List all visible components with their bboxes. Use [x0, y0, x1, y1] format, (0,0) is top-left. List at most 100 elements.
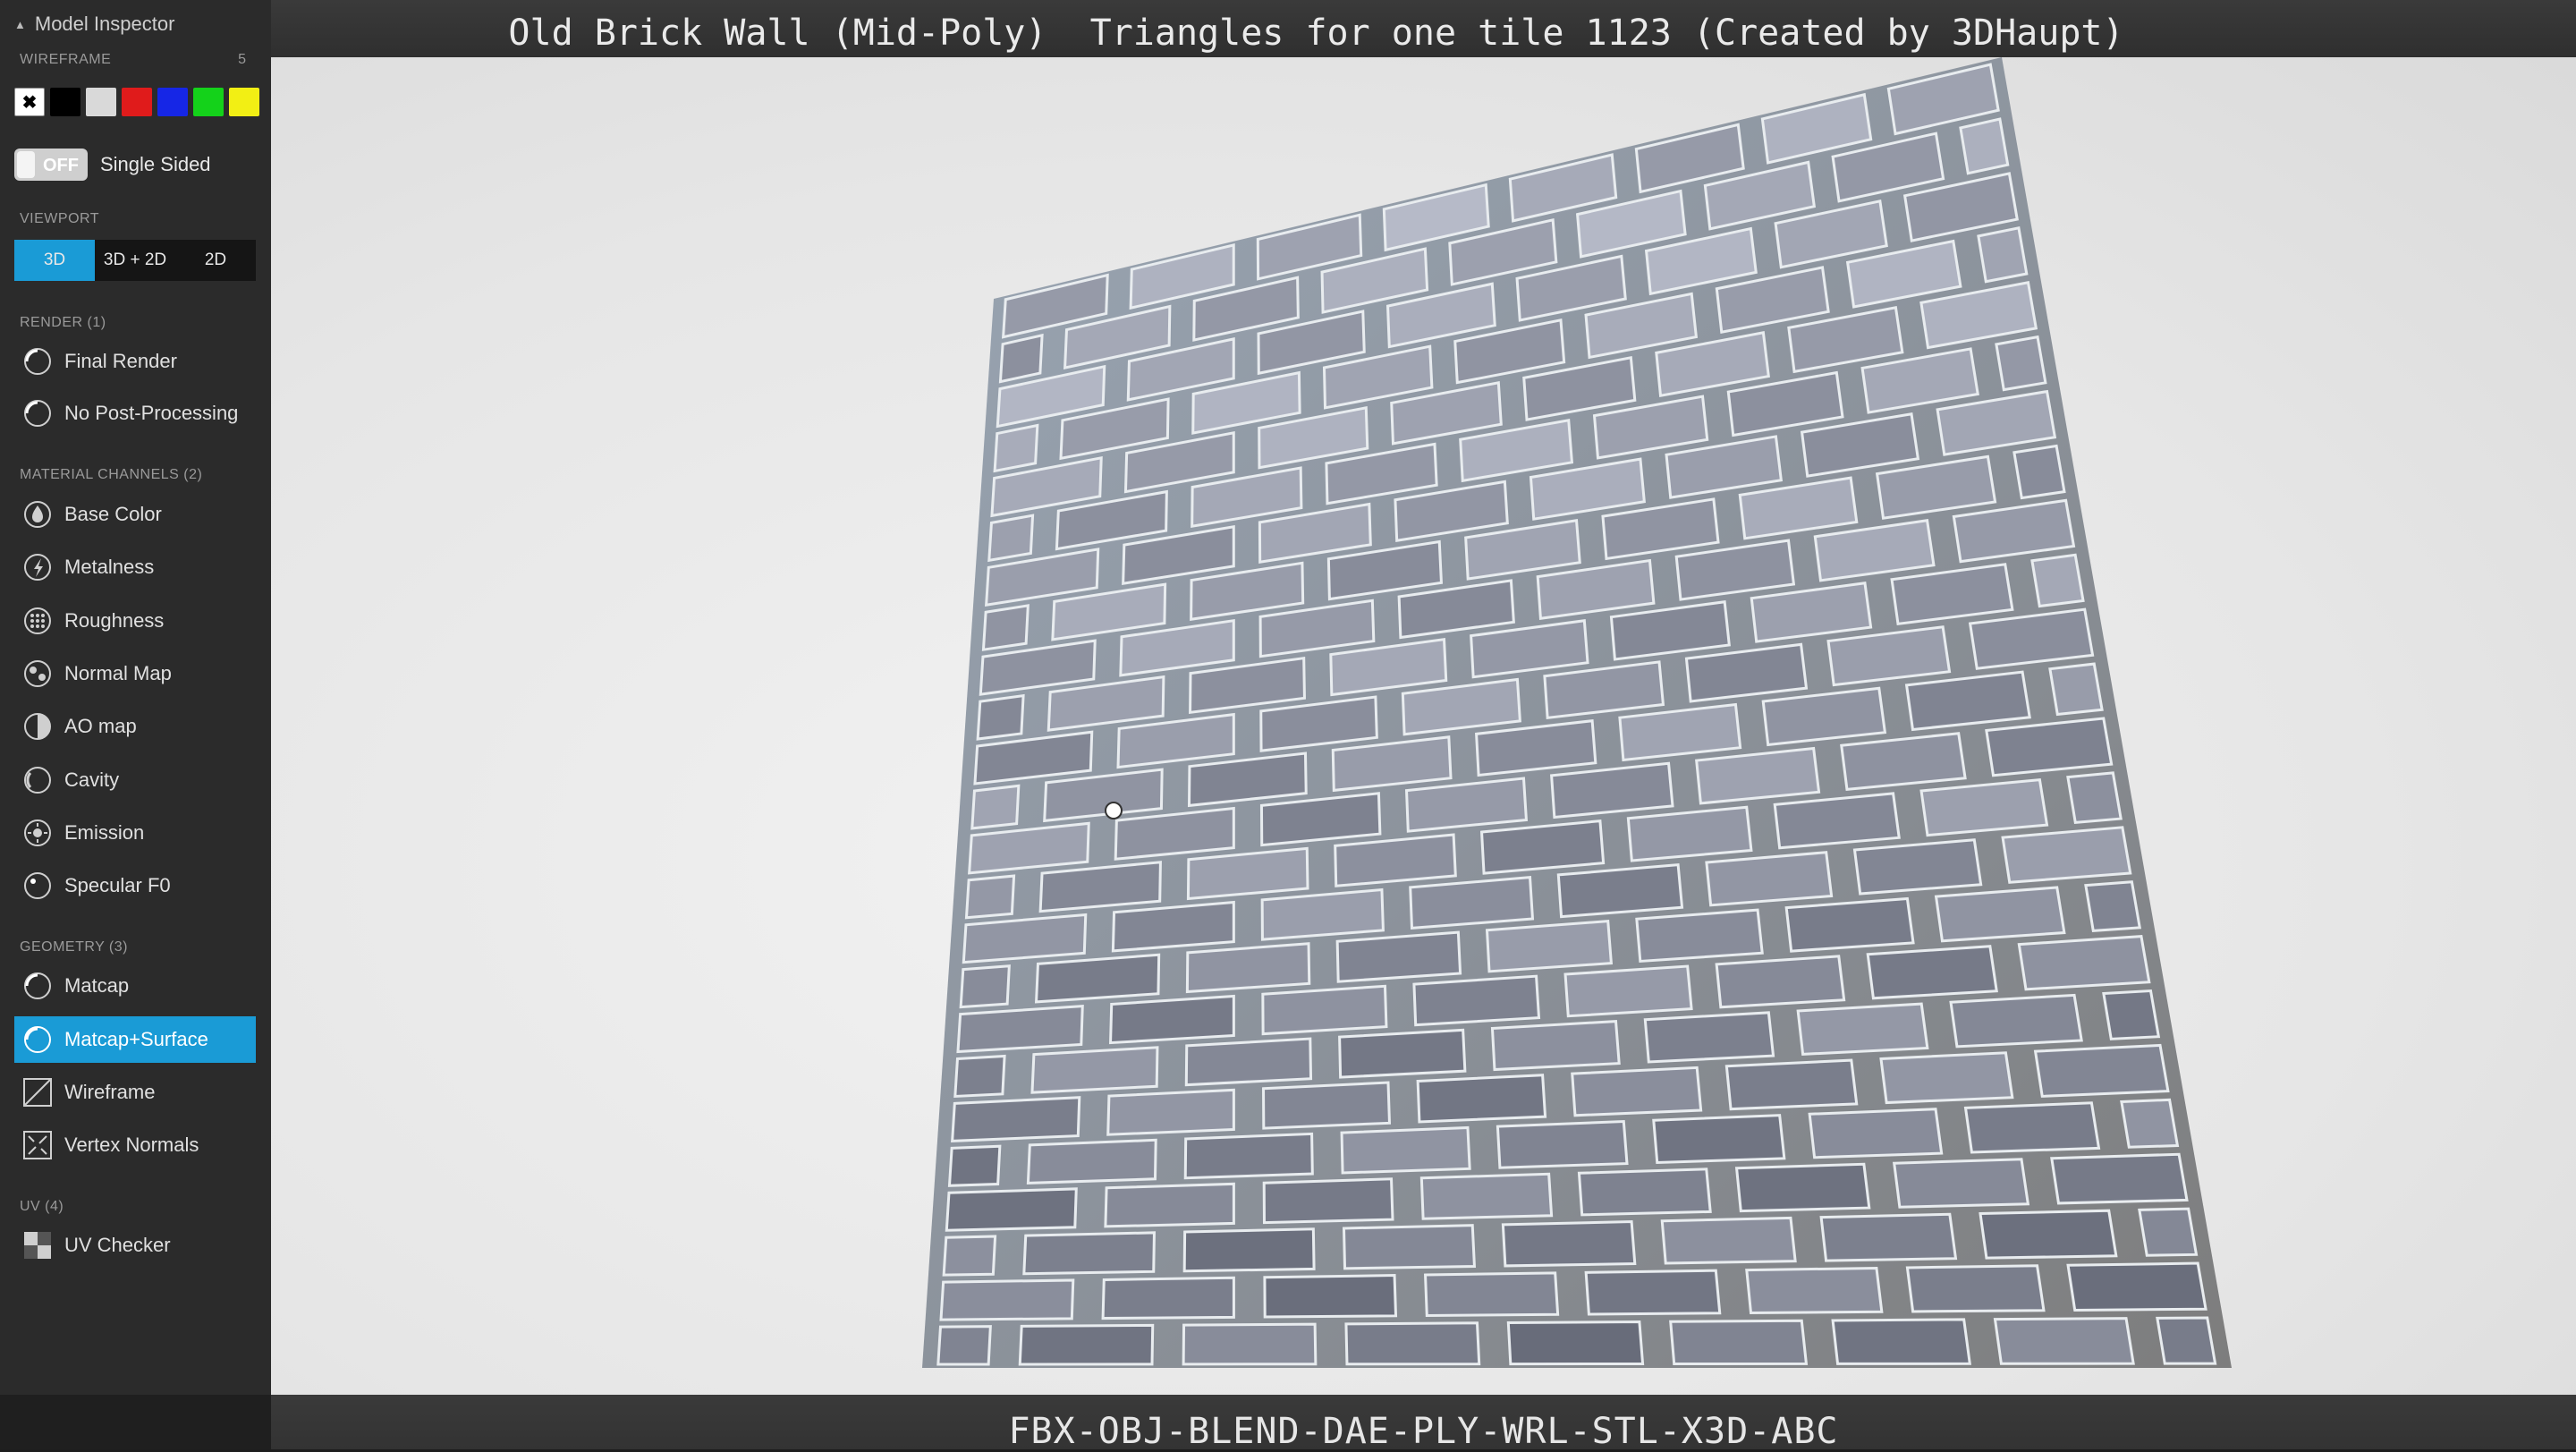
single-sided-label: Single Sided: [100, 153, 211, 175]
material-item-specular-f0[interactable]: Specular F0: [14, 862, 256, 909]
item-label: Emission: [64, 821, 145, 844]
normal-map-icon: [24, 660, 51, 687]
uv-section-label: UV (4): [20, 1199, 64, 1214]
color-swatch-gray[interactable]: [86, 88, 116, 116]
brick: [1905, 1264, 2046, 1313]
brick: [1335, 930, 1462, 983]
brick-wall-model[interactable]: [271, 57, 2576, 1395]
brick: [1034, 953, 1161, 1004]
brick: [2030, 553, 2085, 608]
brick: [993, 423, 1039, 473]
brick: [1340, 1125, 1471, 1175]
brick: [1635, 908, 1764, 964]
3d-viewport[interactable]: [271, 57, 2576, 1395]
brick: [1963, 1101, 2101, 1154]
color-swatch-red[interactable]: [122, 88, 152, 116]
brick: [1808, 1108, 1944, 1159]
brick: [1949, 993, 2083, 1049]
brick: [1182, 1227, 1316, 1273]
specular-icon: [24, 872, 51, 899]
brick: [1977, 226, 2029, 284]
brick: [1879, 1051, 2014, 1105]
brick: [1724, 1058, 1859, 1111]
color-swatch-black[interactable]: [50, 88, 80, 116]
matcap-icon: [24, 972, 51, 999]
brick: [1852, 838, 1983, 896]
brick: [1563, 964, 1693, 1018]
material-item-ao-map[interactable]: AO map: [14, 703, 256, 750]
wireframe-count: 5: [238, 52, 246, 67]
brick: [1261, 984, 1388, 1036]
color-swatch-blue[interactable]: [157, 88, 188, 116]
item-label: No Post-Processing: [64, 402, 239, 424]
material-item-cavity[interactable]: Cavity: [14, 757, 256, 803]
brick: [1109, 994, 1235, 1045]
item-label: Matcap: [64, 974, 130, 997]
no-color-swatch[interactable]: ✖: [14, 88, 45, 116]
brick: [1506, 1320, 1645, 1366]
emission-icon: [24, 819, 51, 846]
brick: [1979, 1209, 2118, 1260]
brick: [2120, 1098, 2180, 1149]
brick: [1183, 1132, 1314, 1180]
brick: [1338, 1028, 1467, 1079]
color-swatch-yellow[interactable]: [229, 88, 259, 116]
brick: [998, 333, 1044, 384]
brick: [1184, 1037, 1313, 1087]
brick: [1734, 1162, 1871, 1213]
color-swatch-green[interactable]: [193, 88, 224, 116]
material-section-label: MATERIAL CHANNELS (2): [20, 467, 203, 482]
brick: [1412, 974, 1541, 1027]
single-sided-toggle[interactable]: OFF: [14, 149, 88, 181]
brick: [1485, 920, 1614, 973]
brick: [1423, 1271, 1560, 1318]
material-item-normal-map[interactable]: Normal Map: [14, 650, 256, 697]
brick: [2001, 826, 2132, 884]
brick: [987, 514, 1035, 563]
geometry-item-matcap-surface[interactable]: Matcap+Surface: [14, 1016, 256, 1063]
brick: [964, 874, 1016, 920]
brick: [942, 1235, 997, 1277]
brick: [970, 784, 1021, 830]
geometry-item-wireframe[interactable]: Wireframe: [14, 1069, 256, 1116]
brick: [1496, 1119, 1629, 1169]
wireframe-icon: [23, 1078, 52, 1107]
material-item-roughness[interactable]: Roughness: [14, 598, 256, 644]
geometry-item-vertex-normals[interactable]: Vertex Normals: [14, 1122, 256, 1168]
brick: [2050, 1152, 2189, 1205]
brick: [1669, 1319, 1809, 1366]
uv-item-uv-checker[interactable]: UV Checker: [14, 1222, 256, 1269]
brick: [1831, 1318, 1972, 1365]
brick: [1185, 942, 1311, 994]
item-label: Metalness: [64, 556, 155, 578]
material-item-metalness[interactable]: Metalness: [14, 544, 256, 590]
collapse-triangle-icon[interactable]: ▲: [14, 18, 26, 31]
material-item-base-color[interactable]: Base Color: [14, 491, 256, 538]
viewport-option-2d[interactable]: 2D: [175, 240, 256, 281]
brick: [1745, 1266, 1884, 1314]
brick: [1022, 1231, 1156, 1276]
render-item-no-post-processing[interactable]: No Post-Processing: [14, 390, 256, 437]
brick: [939, 1278, 1075, 1321]
item-label: Specular F0: [64, 874, 171, 896]
brick: [1995, 335, 2047, 392]
brick: [2066, 1261, 2207, 1312]
brick: [936, 1325, 992, 1366]
brick: [2156, 1316, 2217, 1365]
panel-header[interactable]: ▲ Model Inspector: [14, 13, 174, 36]
geometry-item-matcap[interactable]: Matcap: [14, 963, 256, 1009]
metalness-icon: [24, 554, 51, 581]
grab-cursor-icon: [1105, 802, 1123, 819]
ao-map-icon: [24, 713, 51, 740]
brick: [1101, 1276, 1235, 1320]
brick: [1416, 1074, 1547, 1124]
brick: [1919, 777, 2049, 837]
brick: [981, 604, 1030, 651]
viewport-option-3d-2d[interactable]: 3D + 2D: [95, 240, 175, 281]
material-item-emission[interactable]: Emission: [14, 810, 256, 856]
brick: [1419, 1172, 1554, 1220]
item-label: Cavity: [64, 768, 120, 791]
render-item-final-render[interactable]: Final Render: [14, 338, 256, 385]
uv-checker-icon: [24, 1232, 51, 1259]
viewport-option-3d[interactable]: 3D: [14, 240, 95, 281]
